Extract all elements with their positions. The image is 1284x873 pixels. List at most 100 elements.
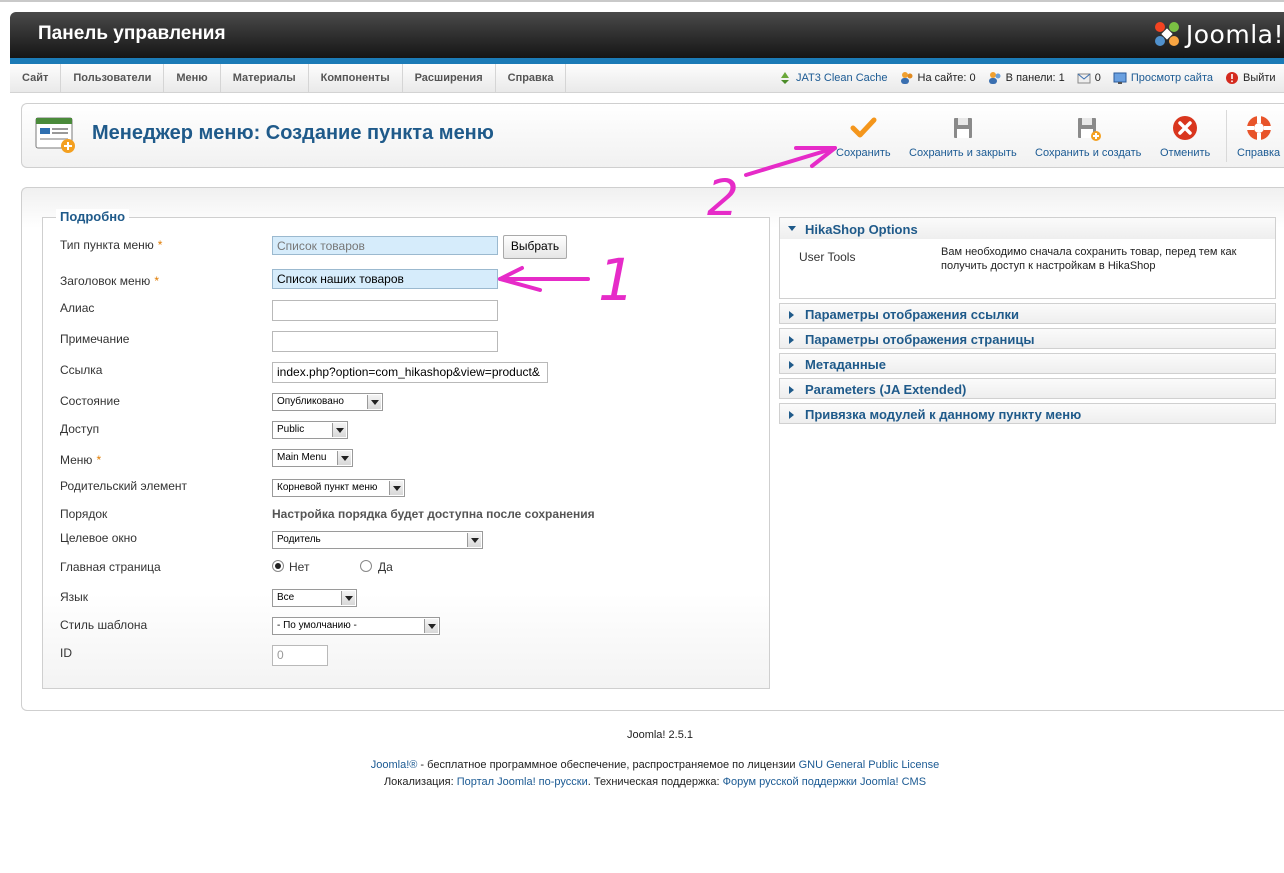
user-tools-label: User Tools bbox=[799, 250, 856, 264]
admin-header: Панель управления Joomla! bbox=[10, 12, 1284, 58]
users-in-panel-label: В панели: 1 bbox=[1005, 72, 1065, 84]
menu-select[interactable]: Main Menu bbox=[272, 449, 353, 467]
footer-support-text: . Техническая поддержка: bbox=[587, 776, 723, 788]
template-style-select[interactable]: - По умолчанию - bbox=[272, 617, 440, 635]
collapsed-arrow-icon bbox=[789, 336, 794, 344]
panel-hikashop-title: HikaShop Options bbox=[805, 222, 918, 237]
access-select[interactable]: Public bbox=[272, 421, 348, 439]
state-select[interactable]: Опубликовано bbox=[272, 393, 383, 411]
page-title: Менеджер меню: Создание пункта меню bbox=[92, 122, 494, 144]
message-icon bbox=[1077, 73, 1091, 84]
clean-cache-label: JAT3 Clean Cache bbox=[796, 72, 888, 84]
lifebuoy-icon bbox=[1246, 116, 1271, 140]
id-field: 0 bbox=[272, 645, 328, 666]
home-no-radio[interactable] bbox=[272, 560, 284, 572]
save-label: Сохранить bbox=[836, 147, 891, 159]
panel-metadata[interactable]: Метаданные bbox=[779, 353, 1276, 374]
menu-content[interactable]: Материалы bbox=[221, 64, 309, 92]
panel-link-options[interactable]: Параметры отображения ссылки bbox=[779, 303, 1276, 324]
panel-module-assignment[interactable]: Привязка модулей к данному пункту меню bbox=[779, 403, 1276, 424]
parent-select[interactable]: Корневой пункт меню bbox=[272, 479, 405, 497]
note-label: Примечание bbox=[60, 332, 130, 346]
user-tools-note: Вам необходимо сначала сохранить товар, … bbox=[941, 246, 1237, 272]
menu-title-label-text: Заголовок меню bbox=[60, 274, 151, 288]
template-style-label: Стиль шаблона bbox=[60, 618, 148, 632]
save-new-button[interactable]: Сохранить и создать bbox=[1035, 114, 1141, 159]
expanded-arrow-icon bbox=[788, 226, 796, 231]
menu-components[interactable]: Компоненты bbox=[309, 64, 403, 92]
collapsed-arrow-icon bbox=[789, 411, 794, 419]
dropdown-arrow-icon bbox=[389, 481, 403, 495]
help-button[interactable]: Справка bbox=[1237, 114, 1280, 159]
users-on-site-label: На сайте: 0 bbox=[917, 72, 976, 84]
alias-input[interactable] bbox=[272, 300, 498, 321]
logout-label: Выйти bbox=[1242, 72, 1276, 84]
view-site-link[interactable]: Просмотр сайта bbox=[1113, 71, 1213, 85]
joomla-logo-text: Joomla! bbox=[1185, 19, 1284, 49]
save-button[interactable]: Сохранить bbox=[836, 114, 891, 159]
cancel-icon bbox=[1173, 116, 1198, 140]
monitor-icon bbox=[1113, 72, 1127, 84]
collapsed-arrow-icon bbox=[789, 386, 794, 394]
dropdown-arrow-icon bbox=[337, 451, 351, 465]
target-select-value: Родитель bbox=[277, 534, 321, 545]
clean-cache-link[interactable]: JAT3 Clean Cache bbox=[778, 71, 888, 85]
menu-title-input[interactable]: Список наших товаров bbox=[272, 269, 498, 289]
panel-module-assignment-title: Привязка модулей к данному пункту меню bbox=[805, 407, 1082, 422]
footer-version: Joomla! 2.5.1 bbox=[626, 729, 694, 741]
cancel-button[interactable]: Отменить bbox=[1160, 114, 1210, 159]
dropdown-arrow-icon bbox=[341, 591, 355, 605]
menu-extensions[interactable]: Расширения bbox=[403, 64, 496, 92]
panel-hikashop-options[interactable]: HikaShop Options bbox=[779, 217, 1276, 240]
save-close-button[interactable]: Сохранить и закрыть bbox=[909, 114, 1017, 159]
menu-users[interactable]: Пользователи bbox=[61, 64, 165, 92]
menu-help[interactable]: Справка bbox=[496, 64, 567, 92]
toolbar-box: Менеджер меню: Создание пункта меню Сохр… bbox=[21, 103, 1284, 168]
panel-ja-extended[interactable]: Parameters (JA Extended) bbox=[779, 378, 1276, 399]
menu-label-text: Меню bbox=[60, 453, 93, 467]
menu-title-label: Заголовок меню * bbox=[60, 274, 159, 288]
access-label: Доступ bbox=[60, 422, 100, 436]
collapsed-arrow-icon bbox=[789, 361, 794, 369]
joomla-logo-icon bbox=[1154, 22, 1179, 46]
required-mark: * bbox=[96, 453, 102, 467]
home-yes-radio[interactable] bbox=[360, 560, 372, 572]
main-menubar: Сайт Пользователи Меню Материалы Компоне… bbox=[10, 64, 1284, 93]
menu-menus[interactable]: Меню bbox=[164, 64, 221, 92]
dropdown-arrow-icon bbox=[332, 423, 346, 437]
footer-gpl-link[interactable]: GNU General Public License bbox=[799, 759, 940, 771]
menu-manager-icon bbox=[35, 117, 75, 153]
menu-site[interactable]: Сайт bbox=[10, 64, 62, 92]
panel-page-display-title: Параметры отображения страницы bbox=[805, 332, 1035, 347]
panel-page-display[interactable]: Параметры отображения страницы bbox=[779, 328, 1276, 349]
note-input[interactable] bbox=[272, 331, 498, 352]
users-icon bbox=[900, 72, 913, 84]
footer-joomla-link[interactable]: Joomla!® bbox=[371, 759, 418, 771]
state-select-value: Опубликовано bbox=[277, 396, 344, 407]
footer-portal-link[interactable]: Портал Joomla! по-русски bbox=[457, 776, 588, 788]
link-label: Ссылка bbox=[60, 363, 103, 377]
users-on-site: На сайте: 0 bbox=[900, 71, 976, 85]
footer-localization-text: Локализация: bbox=[383, 776, 457, 788]
select-type-button[interactable]: Выбрать bbox=[503, 235, 567, 259]
footer-license-text: - бесплатное программное обеспечение, ра… bbox=[417, 759, 799, 771]
id-label: ID bbox=[60, 646, 72, 660]
language-label: Язык bbox=[60, 590, 89, 604]
save-new-label: Сохранить и создать bbox=[1035, 147, 1142, 159]
collapsed-arrow-icon bbox=[789, 311, 794, 319]
target-label: Целевое окно bbox=[60, 531, 137, 545]
target-select[interactable]: Родитель bbox=[272, 531, 483, 549]
panel-metadata-title: Метаданные bbox=[805, 357, 887, 372]
link-field[interactable]: index.php?option=com_hikashop&view=produ… bbox=[272, 362, 548, 383]
floppy-disk-plus-icon bbox=[1078, 118, 1102, 141]
menu-item-type-field: Список товаров bbox=[272, 236, 498, 255]
cancel-label: Отменить bbox=[1160, 147, 1211, 159]
language-select[interactable]: Все bbox=[272, 589, 357, 607]
dropdown-arrow-icon bbox=[467, 533, 481, 547]
admins-icon bbox=[988, 72, 1001, 84]
logout-link[interactable]: Выйти bbox=[1225, 71, 1276, 85]
state-label: Состояние bbox=[60, 394, 120, 408]
dropdown-arrow-icon bbox=[367, 395, 381, 409]
footer-forum-link[interactable]: Форум русской поддержки Joomla! CMS bbox=[723, 776, 926, 788]
messages-count[interactable]: 0 bbox=[1077, 71, 1101, 85]
